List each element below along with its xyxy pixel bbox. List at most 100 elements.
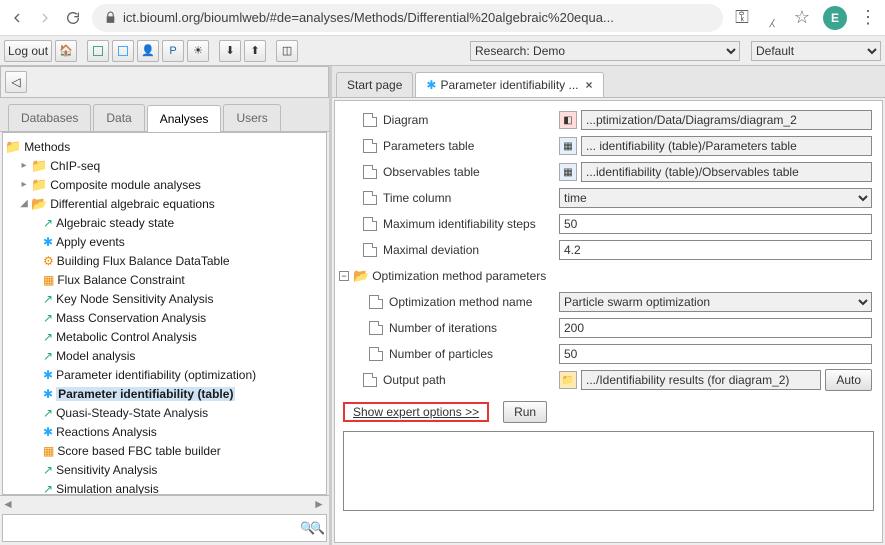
tree-item-keynode[interactable]: ↗Key Node Sensitivity Analysis	[5, 289, 324, 308]
tree-item-metabolic[interactable]: ↗Metabolic Control Analysis	[5, 327, 324, 346]
star-icon[interactable]: ☆	[793, 9, 811, 27]
param-table-field[interactable]: ... identifiability (table)/Parameters t…	[581, 136, 872, 156]
parameters-form: Diagram ◧...ptimization/Data/Diagrams/di…	[334, 100, 883, 543]
search-icon[interactable]: 🔍🔍	[300, 521, 320, 535]
opt-method-select[interactable]: Particle swarm optimization	[559, 292, 872, 312]
output-log-area[interactable]	[343, 431, 874, 511]
row-output: Output path 📁.../Identifiability results…	[339, 367, 878, 393]
tree-item-reactions[interactable]: ✱Reactions Analysis	[5, 422, 324, 441]
diagram-type-icon: ◧	[559, 111, 577, 129]
url-text: ict.biouml.org/bioumlweb/#de=analyses/Me…	[123, 10, 614, 25]
max-steps-input[interactable]	[559, 214, 872, 234]
tree-item-algebraic[interactable]: ↗Algebraic steady state	[5, 213, 324, 232]
layout-1-button[interactable]	[87, 40, 109, 62]
page-icon	[363, 191, 377, 205]
translate-icon[interactable]: ⁁	[763, 9, 781, 27]
page-icon	[369, 321, 383, 335]
tree-item-flux-table[interactable]: ⚙Building Flux Balance DataTable	[5, 251, 324, 270]
doc-tab-start[interactable]: Start page	[336, 72, 413, 97]
layout-2-button[interactable]	[112, 40, 134, 62]
page-icon	[369, 295, 383, 309]
row-diagram: Diagram ◧...ptimization/Data/Diagrams/di…	[339, 107, 878, 133]
tab-users[interactable]: Users	[223, 104, 280, 131]
research-select[interactable]: Research: Demo	[470, 41, 740, 61]
run-button[interactable]: Run	[503, 401, 547, 423]
side-tab-bar: Databases Data Analyses Users	[0, 98, 329, 132]
collapse-left-button[interactable]: ◁	[5, 71, 27, 93]
tree-item-flux-constraint[interactable]: ▦Flux Balance Constraint	[5, 270, 324, 289]
collapse-opt-icon[interactable]: −	[339, 271, 349, 281]
row-obs-table: Observables table ▦...identifiability (t…	[339, 159, 878, 185]
tree-item-model[interactable]: ↗Model analysis	[5, 346, 324, 365]
table-type-icon: ▦	[559, 137, 577, 155]
extra-button[interactable]: ◫	[276, 40, 298, 62]
tree-view[interactable]: 📁Methods ▸📁ChIP-seq ▸📁Composite module a…	[2, 132, 327, 495]
row-max-steps: Maximum identifiability steps	[339, 211, 878, 237]
horizontal-scrollbar[interactable]: ◄►	[0, 495, 329, 511]
upload-button[interactable]: ⬆	[244, 40, 266, 62]
obs-table-field[interactable]: ...identifiability (table)/Observables t…	[581, 162, 872, 182]
menu-icon[interactable]: ⋮	[859, 9, 877, 27]
row-opt-params: −📂Optimization method parameters	[339, 263, 878, 289]
tree-item-param-opt[interactable]: ✱Parameter identifiability (optimization…	[5, 365, 324, 384]
close-tab-icon[interactable]: ×	[586, 78, 593, 92]
profile-avatar[interactable]: E	[823, 6, 847, 30]
perspective-select[interactable]: Default	[751, 41, 881, 61]
tree-item-param-table[interactable]: ✱Parameter identifiability (table)	[5, 384, 324, 403]
browser-bar: ict.biouml.org/bioumlweb/#de=analyses/Me…	[0, 0, 885, 36]
page-icon	[363, 217, 377, 231]
tree-item-qssa[interactable]: ↗Quasi-Steady-State Analysis	[5, 403, 324, 422]
tree-item-score-fbc[interactable]: ▦Score based FBC table builder	[5, 441, 324, 460]
tree-item-mass[interactable]: ↗Mass Conservation Analysis	[5, 308, 324, 327]
output-path-field[interactable]: .../Identifiability results (for diagram…	[581, 370, 821, 390]
page-icon	[363, 373, 377, 387]
address-bar[interactable]: ict.biouml.org/bioumlweb/#de=analyses/Me…	[92, 4, 723, 32]
p-button[interactable]: P	[162, 40, 184, 62]
row-num-iter: Number of iterations	[339, 315, 878, 341]
row-num-part: Number of particles	[339, 341, 878, 367]
show-expert-options-link[interactable]: Show expert options >>	[348, 402, 484, 422]
back-button[interactable]	[8, 9, 26, 27]
diagram-path-field[interactable]: ...ptimization/Data/Diagrams/diagram_2	[581, 110, 872, 130]
table-type-icon: ▦	[559, 163, 577, 181]
auto-button[interactable]: Auto	[825, 369, 872, 391]
doc-tab-current[interactable]: ✱Parameter identifiability ...×	[415, 72, 603, 97]
num-iter-input[interactable]	[559, 318, 872, 338]
page-icon	[369, 347, 383, 361]
tree-item-sensitivity[interactable]: ↗Sensitivity Analysis	[5, 460, 324, 479]
download-button[interactable]: ⬇	[219, 40, 241, 62]
action-buttons-row: Show expert options >> Run	[343, 401, 878, 423]
home-button[interactable]: 🏠	[55, 40, 77, 62]
logout-button[interactable]: Log out	[4, 40, 52, 62]
tree-composite[interactable]: ▸📁Composite module analyses	[5, 175, 324, 194]
user-icon-button[interactable]: 👤	[137, 40, 159, 62]
forward-button[interactable]	[36, 9, 54, 27]
expert-options-highlight: Show expert options >>	[343, 402, 489, 422]
left-panel: ◁ Databases Data Analyses Users 📁Methods…	[0, 66, 332, 545]
tree-item-apply-events[interactable]: ✱Apply events	[5, 232, 324, 251]
lock-icon	[104, 11, 117, 24]
tree-dae[interactable]: ◢📂Differential algebraic equations	[5, 194, 324, 213]
workspace: ◁ Databases Data Analyses Users 📁Methods…	[0, 66, 885, 545]
tree-item-simulation[interactable]: ↗Simulation analysis	[5, 479, 324, 495]
tab-databases[interactable]: Databases	[8, 104, 91, 131]
key-icon[interactable]: ⚿	[733, 9, 751, 27]
max-dev-input[interactable]	[559, 240, 872, 260]
app-toolbar: Log out 🏠 👤 P ☀ ⬇ ⬆ ◫ Research: Demo Def…	[0, 36, 885, 66]
page-icon	[363, 139, 377, 153]
num-part-input[interactable]	[559, 344, 872, 364]
row-opt-name: Optimization method name Particle swarm …	[339, 289, 878, 315]
row-max-dev: Maximal deviation	[339, 237, 878, 263]
tab-data[interactable]: Data	[93, 104, 144, 131]
tree-methods[interactable]: 📁Methods	[5, 137, 324, 156]
folder-type-icon: 📁	[559, 371, 577, 389]
page-icon	[363, 165, 377, 179]
sun-button[interactable]: ☀	[187, 40, 209, 62]
tab-analyses[interactable]: Analyses	[147, 105, 222, 132]
row-param-table: Parameters table ▦... identifiability (t…	[339, 133, 878, 159]
time-column-select[interactable]: time	[559, 188, 872, 208]
tree-chipseq[interactable]: ▸📁ChIP-seq	[5, 156, 324, 175]
reload-button[interactable]	[64, 9, 82, 27]
left-search-box[interactable]: 🔍🔍	[2, 514, 327, 542]
page-icon	[363, 113, 377, 127]
